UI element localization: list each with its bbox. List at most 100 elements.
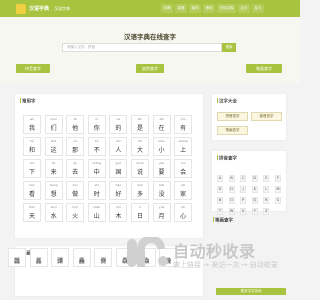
pinyin-letter[interactable]: E (263, 175, 270, 182)
char-cell[interactable]: 靐 (29, 248, 48, 267)
char-pinyin: shàng (178, 139, 188, 143)
stroke-lookup-title: 笔画查字 (215, 218, 233, 224)
pinyin-letter[interactable]: G (217, 186, 223, 193)
nav-item[interactable]: 造句 (203, 4, 215, 13)
pinyin-lookup-button[interactable]: 拼音查字 (16, 64, 50, 73)
char-glyph: 国 (115, 169, 122, 176)
char-cell[interactable]: mù 木 (109, 203, 128, 222)
char-cell[interactable]: rén 人 (109, 137, 128, 156)
panel-title: 拼音查字 (219, 156, 237, 162)
char-cell[interactable]: duō 多 (130, 181, 149, 200)
side-pinyin-button[interactable]: 拼音查字 (217, 112, 248, 121)
char-cell[interactable]: zuò 做 (66, 181, 85, 200)
watermark-logo-icon (127, 237, 168, 267)
pinyin-letter[interactable]: M (274, 186, 281, 193)
pinyin-letter[interactable]: Y (251, 208, 258, 215)
pinyin-letter[interactable]: P (240, 197, 247, 204)
site-logo[interactable]: 汉语字典 汉语字典 (16, 3, 70, 14)
char-cell[interactable]: jiā 家 (174, 181, 193, 200)
char-glyph: 人 (115, 147, 122, 154)
search-button[interactable]: 搜索 (222, 43, 236, 52)
nav-item[interactable]: 古诗文库 (217, 4, 236, 13)
pinyin-letter[interactable]: W (228, 208, 235, 215)
nav-item[interactable]: 组词 (189, 4, 201, 13)
char-cell[interactable]: yǒu 有 (174, 115, 193, 134)
stroke-lookup-button[interactable]: 笔画查字 (246, 64, 282, 73)
char-cell[interactable]: de 的 (109, 115, 128, 134)
char-cell[interactable]: rì 日 (130, 203, 149, 222)
char-cell[interactable]: huǒ 火 (66, 203, 85, 222)
char-cell[interactable]: hé 和 (23, 137, 41, 156)
search-input[interactable]: 请输入汉字、拼音 (62, 43, 222, 52)
char-cell[interactable]: xià 下 (23, 159, 41, 178)
pinyin-letter[interactable]: D (251, 175, 258, 182)
char-cell[interactable]: qù 去 (66, 159, 85, 178)
char-cell[interactable]: yuè 月 (152, 203, 171, 222)
char-cell[interactable]: shí 时 (87, 181, 106, 200)
pinyin-letter[interactable]: B (228, 175, 235, 182)
char-cell[interactable]: shuǐ 水 (44, 203, 63, 222)
pinyin-letter[interactable]: K (251, 186, 258, 193)
char-pinyin: xiǎng (49, 183, 58, 187)
char-glyph: 多 (136, 191, 143, 198)
char-glyph: 这 (50, 147, 57, 154)
pinyin-letter[interactable]: X (240, 208, 247, 215)
char-cell[interactable]: 齉 (51, 248, 70, 267)
char-cell[interactable]: zhōng 中 (87, 159, 106, 178)
pinyin-letter[interactable]: H (228, 186, 235, 193)
char-pinyin: shuō (136, 161, 144, 165)
char-cell[interactable]: 爨 (94, 248, 113, 267)
char-pinyin: zài (159, 117, 164, 121)
char-cell[interactable]: shuō 说 (130, 159, 149, 178)
char-cell[interactable]: men 们 (44, 115, 63, 134)
pinyin-letter[interactable]: N (217, 197, 223, 204)
pinyin-letter[interactable]: T (217, 208, 223, 215)
char-cell[interactable]: huì 会 (174, 159, 193, 178)
char-cell[interactable]: méi 没 (152, 181, 171, 200)
char-cell[interactable]: yào 要 (152, 159, 171, 178)
char-cell[interactable]: shān 山 (87, 203, 106, 222)
char-pinyin: guó (115, 161, 122, 165)
char-cell[interactable]: lái 来 (44, 159, 63, 178)
char-cell[interactable]: guó 国 (109, 159, 128, 178)
side-stroke-button[interactable]: 笔画查字 (217, 126, 248, 135)
char-cell[interactable]: shàng 上 (174, 137, 193, 156)
pinyin-letter[interactable]: F (274, 175, 281, 182)
pinyin-letter[interactable]: R (263, 197, 270, 204)
char-glyph: 天 (28, 213, 35, 220)
char-cell[interactable]: bù 不 (87, 137, 106, 156)
pinyin-letter[interactable]: C (240, 175, 247, 182)
char-cell[interactable]: xiǎng 想 (44, 181, 63, 200)
char-cell[interactable]: kàn 看 (23, 181, 41, 200)
char-cell[interactable]: shì 是 (130, 115, 149, 134)
nav-item[interactable]: 成语 (175, 4, 187, 13)
char-cell[interactable]: nà 那 (66, 137, 85, 156)
char-cell[interactable]: tiān 天 (23, 203, 41, 222)
nav-item[interactable]: 近义 (238, 4, 250, 13)
nav-item[interactable]: 字典 (161, 4, 173, 13)
char-cell[interactable]: 龘 (8, 248, 26, 267)
char-cell[interactable]: hǎo 好 (109, 181, 128, 200)
more-chars-button[interactable]: 更多汉字查询 (216, 288, 286, 295)
pinyin-letter[interactable]: J (240, 186, 247, 193)
char-cell[interactable]: 麤 (72, 248, 91, 267)
char-cell[interactable]: dà 大 (130, 137, 149, 156)
pinyin-letter[interactable]: S (274, 197, 281, 204)
pinyin-letter[interactable]: Z (263, 208, 270, 215)
pinyin-letter[interactable]: L (263, 186, 270, 193)
char-cell[interactable]: tā 他 (66, 115, 85, 134)
char-cell[interactable]: zhè 这 (44, 137, 63, 156)
char-cell[interactable]: nǐ 你 (87, 115, 106, 134)
nav-item[interactable]: 反义 (252, 4, 264, 13)
side-radical-button[interactable]: 部首查字 (251, 112, 282, 121)
char-cell[interactable]: zài 在 (152, 115, 171, 134)
pinyin-letter[interactable]: O (228, 197, 235, 204)
pinyin-letter[interactable]: A (217, 175, 223, 182)
panel-title: 常用字 (22, 99, 36, 105)
watermark-text: 自动秒收录 (173, 242, 256, 261)
char-cell[interactable]: xiǎo 小 (152, 137, 171, 156)
char-cell[interactable]: xīn 心 (174, 203, 193, 222)
radical-lookup-button[interactable]: 部首查字 (136, 64, 164, 73)
pinyin-letter[interactable]: Q (251, 197, 258, 204)
char-cell[interactable]: wǒ 我 (23, 115, 41, 134)
